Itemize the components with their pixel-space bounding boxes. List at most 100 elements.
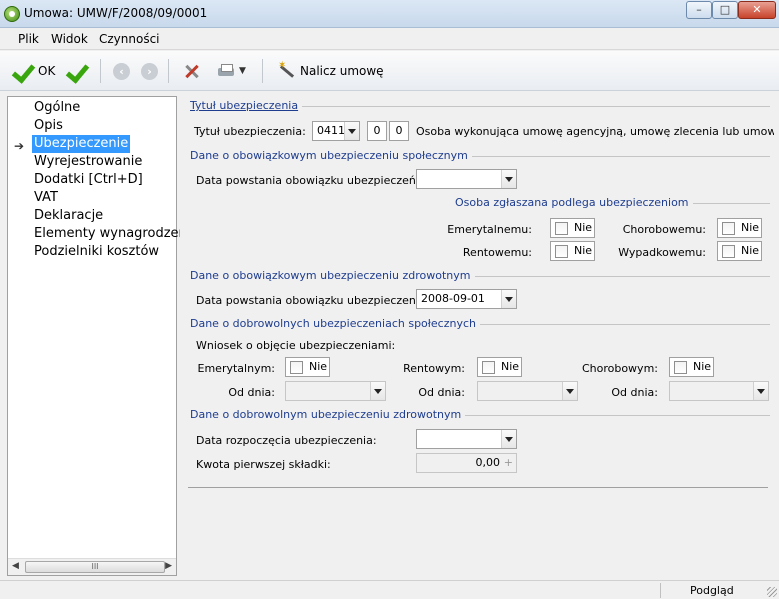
- section-nav: ➔ Ogólne Opis Ubezpieczenie Wyrejestrowa…: [7, 96, 190, 576]
- nav-item-wyrejestrowanie[interactable]: Wyrejestrowanie: [32, 153, 144, 171]
- menu-widok[interactable]: Widok: [51, 32, 88, 46]
- nav-item-opis[interactable]: Opis: [32, 117, 65, 135]
- section-title-health-mandatory: Dane o obowiązkowym ubezpieczeniu zdrowo…: [190, 269, 475, 282]
- insurance-title-label: Tytuł ubezpieczenia:: [194, 125, 306, 138]
- insurance-panel: Tytuł ubezpieczenia Tytuł ubezpieczenia:…: [180, 96, 776, 576]
- wypadkowe-checkbox[interactable]: Nie: [717, 241, 762, 261]
- rentowe-checkbox[interactable]: Nie: [550, 241, 595, 261]
- nav-item-vat[interactable]: VAT: [32, 189, 60, 207]
- insurance-title-num1[interactable]: 0: [367, 121, 387, 141]
- checkbox-icon: [555, 222, 568, 235]
- toolbar: OK ‹ › ▼ Nalicz umowę: [0, 51, 779, 91]
- insurance-title-description: Osoba wykonująca umowę agencyjną, umowę …: [416, 125, 774, 138]
- nav-item-elementy-wynagrodzeni[interactable]: Elementy wynagrodzeni: [32, 225, 192, 243]
- rentowym-value: Nie: [501, 360, 520, 373]
- emerytalne-value: Nie: [574, 221, 593, 234]
- chevron-down-icon[interactable]: [501, 290, 516, 308]
- arrow-right-icon: ›: [141, 62, 158, 80]
- subsection-title-insured-person: Osoba zgłaszana podlega ubezpieczeniom: [455, 196, 693, 209]
- status-divider: [660, 583, 661, 598]
- current-arrow-icon: ➔: [14, 139, 25, 153]
- insurance-title-num2[interactable]: 0: [389, 121, 409, 141]
- social-date-select[interactable]: [416, 169, 517, 189]
- section-title-insurance-title: Tytuł ubezpieczenia: [190, 99, 303, 112]
- resize-grip-icon[interactable]: [767, 587, 777, 597]
- arrow-left-icon: ‹: [113, 62, 130, 80]
- from-date-label-1: Od dnia:: [228, 386, 275, 399]
- close-button[interactable]: ✕: [738, 1, 776, 19]
- section-title-social-mandatory: Dane o obowiązkowym ubezpieczeniu społec…: [190, 149, 472, 162]
- checkbox-icon: [722, 222, 735, 235]
- health-date-select[interactable]: 2008-09-01: [416, 289, 517, 309]
- voluntary-health-start-select[interactable]: [416, 429, 517, 449]
- calculator-plus-icon[interactable]: +: [504, 454, 513, 472]
- nav-item-deklaracje[interactable]: Deklaracje: [32, 207, 105, 225]
- nav-item-dodatki[interactable]: Dodatki [Ctrl+D]: [32, 171, 145, 189]
- checkbox-icon: [555, 245, 568, 258]
- rentowe-label: Rentowemu:: [462, 246, 532, 259]
- nav-item-podzielniki-kosztow[interactable]: Podzielniki kosztów: [32, 243, 161, 261]
- ok-new-button[interactable]: [66, 59, 88, 83]
- chevron-down-icon[interactable]: [501, 430, 516, 448]
- rentowym-checkbox[interactable]: Nie: [477, 357, 522, 377]
- maximize-button[interactable]: □: [712, 1, 738, 19]
- chorobowe-checkbox[interactable]: Nie: [717, 218, 762, 238]
- emerytalne-checkbox[interactable]: Nie: [550, 218, 595, 238]
- emerytalnym-checkbox[interactable]: Nie: [285, 357, 330, 377]
- minimize-button[interactable]: –: [686, 1, 712, 19]
- menu-bar: Plik Widok Czynności: [0, 28, 779, 50]
- nav-item-ubezpieczenie[interactable]: Ubezpieczenie: [32, 135, 131, 153]
- first-fee-amount-field[interactable]: 0,00 +: [416, 453, 517, 473]
- chorobowym-label: Chorobowym:: [581, 362, 658, 375]
- chorobowym-value: Nie: [693, 360, 712, 373]
- rentowe-value: Nie: [574, 244, 593, 257]
- calculate-contract-label: Nalicz umowę: [300, 64, 384, 78]
- check-new-icon: [66, 60, 88, 82]
- toolbar-separator: [168, 59, 169, 83]
- horizontal-scrollbar[interactable]: ◀ III ▶: [8, 558, 176, 575]
- first-fee-amount-value: 0,00: [475, 456, 501, 469]
- chorobowym-from-date-select[interactable]: [669, 381, 769, 401]
- chorobowym-checkbox[interactable]: Nie: [669, 357, 714, 377]
- printer-icon: [217, 63, 235, 79]
- emerytalnym-label: Emerytalnym:: [197, 362, 275, 375]
- nav-item-ogolne[interactable]: Ogólne: [32, 99, 82, 117]
- menu-plik[interactable]: Plik: [18, 32, 39, 46]
- tools-icon: [182, 61, 202, 81]
- calculate-contract-button[interactable]: Nalicz umowę: [278, 59, 384, 83]
- checkbox-icon: [290, 361, 303, 374]
- panel-bottom-divider: [188, 487, 768, 488]
- print-button[interactable]: ▼: [217, 59, 246, 83]
- toolbar-separator: [100, 59, 101, 83]
- magic-wand-icon: [278, 60, 296, 80]
- wypadkowe-value: Nie: [741, 244, 760, 257]
- first-fee-label: Kwota pierwszej składki:: [196, 458, 331, 471]
- scroll-thumb[interactable]: III: [25, 561, 165, 573]
- chevron-down-icon[interactable]: [753, 382, 768, 400]
- from-date-label-3: Od dnia:: [611, 386, 658, 399]
- toolbar-separator: [262, 59, 263, 83]
- tools-button[interactable]: [182, 59, 202, 83]
- previous-button[interactable]: ‹: [113, 59, 130, 83]
- next-button[interactable]: ›: [141, 59, 158, 83]
- checkbox-icon: [674, 361, 687, 374]
- chevron-down-icon[interactable]: ▼: [239, 66, 246, 76]
- check-icon: [12, 60, 34, 82]
- emerytalne-label: Emerytalnemu:: [447, 223, 532, 236]
- menu-czynnosci[interactable]: Czynności: [99, 32, 160, 46]
- scroll-left-icon[interactable]: ◀: [12, 561, 19, 571]
- ok-label: OK: [38, 64, 56, 78]
- voluntary-request-label: Wniosek o objęcie ubezpieczeniami:: [196, 339, 396, 352]
- title-bar: Umowa: UMW/F/2008/09/0001 – □ ✕: [0, 0, 779, 28]
- status-bar: Podgląd: [0, 580, 779, 599]
- from-date-label-2: Od dnia:: [418, 386, 465, 399]
- scroll-right-icon[interactable]: ▶: [165, 561, 172, 571]
- chevron-down-icon[interactable]: [501, 170, 516, 188]
- ok-button[interactable]: OK: [12, 59, 55, 83]
- chevron-down-icon[interactable]: [344, 122, 359, 140]
- insurance-title-code-value: 0411: [317, 124, 345, 137]
- wypadkowe-label: Wypadkowemu:: [618, 246, 706, 259]
- section-title-health-voluntary: Dane o dobrowolnym ubezpieczeniu zdrowot…: [190, 408, 466, 421]
- section-title-social-voluntary: Dane o dobrowolnych ubezpieczeniach społ…: [190, 317, 480, 330]
- insurance-title-code-select[interactable]: 0411: [312, 121, 360, 141]
